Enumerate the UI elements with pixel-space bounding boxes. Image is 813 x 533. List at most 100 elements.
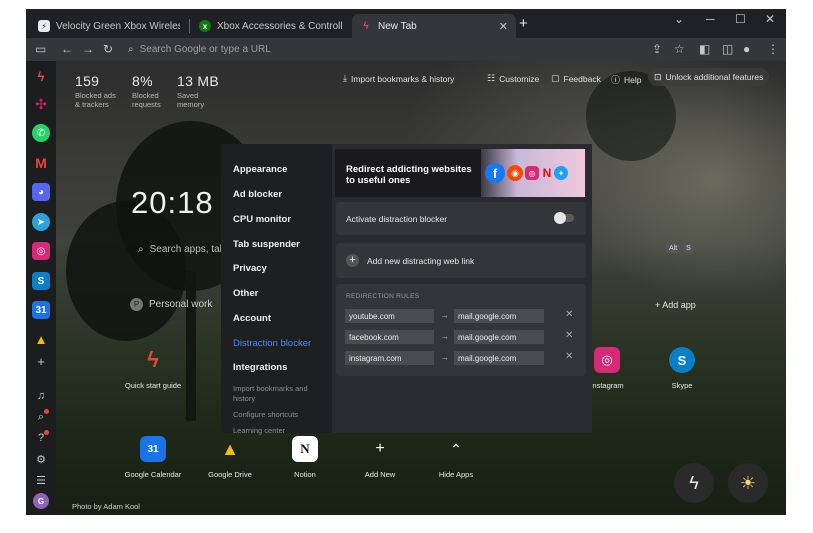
skype-icon[interactable]: S bbox=[32, 272, 50, 290]
help-link[interactable]: ⓘ Help bbox=[611, 73, 642, 86]
lightning-button[interactable]: ϟ bbox=[674, 463, 714, 503]
discord-icon[interactable]: ◕ bbox=[32, 183, 50, 201]
unlock-features-button[interactable]: ⊡ Unlock additional features bbox=[648, 68, 770, 86]
tab-velocity-green[interactable]: ⚡ Velocity Green Xbox Wireless Contro bbox=[30, 14, 188, 38]
tab-new-tab[interactable]: ϟ New Tab ✕ bbox=[352, 14, 516, 38]
close-window-icon[interactable]: ✕ bbox=[765, 12, 775, 26]
app-hide-apps[interactable]: ⌃ Hide Apps bbox=[426, 436, 486, 480]
search-icon: ⌕ bbox=[128, 44, 134, 55]
list-icon[interactable]: ☰ bbox=[34, 473, 48, 487]
app-add-new[interactable]: + Add New bbox=[350, 436, 410, 479]
search-icon[interactable]: ⌕ bbox=[34, 409, 49, 424]
drive-icon[interactable]: ▲ bbox=[32, 330, 50, 348]
rule-from-input[interactable]: instagram.com bbox=[345, 351, 434, 365]
chat-icon: ▢ bbox=[551, 73, 560, 83]
nav-appearance[interactable]: Appearance bbox=[233, 164, 287, 175]
menu-kebab-icon[interactable]: ⋮ bbox=[767, 42, 779, 56]
nav-privacy[interactable]: Privacy bbox=[233, 263, 267, 274]
nav-account[interactable]: Account bbox=[233, 313, 271, 324]
photo-credit: Photo by Adam Kool bbox=[72, 502, 140, 511]
nav-ad-blocker[interactable]: Ad blocker bbox=[233, 189, 282, 200]
feedback-link[interactable]: ▢ Feedback bbox=[551, 73, 601, 84]
nav-integrations[interactable]: Integrations bbox=[233, 362, 287, 373]
telegram-icon[interactable]: ➤ bbox=[32, 213, 50, 231]
lightbulb-icon[interactable]: ☀ bbox=[728, 463, 768, 503]
plus-icon: + bbox=[375, 440, 385, 457]
browser-window: ⚡ Velocity Green Xbox Wireless Contro x … bbox=[26, 9, 786, 515]
tab-strip: ⚡ Velocity Green Xbox Wireless Contro x … bbox=[26, 9, 786, 38]
share-icon[interactable]: ⇪ bbox=[652, 42, 662, 56]
lightning-icon[interactable]: ϟ bbox=[32, 67, 50, 85]
stat-blocked-requests: 8% Blocked requests bbox=[132, 73, 161, 109]
settings-nav: Appearance Ad blocker CPU monitor Tab su… bbox=[221, 144, 332, 436]
app-skype[interactable]: S Skype bbox=[652, 347, 712, 390]
personal-workspace[interactable]: P Personal work bbox=[130, 298, 212, 311]
maximize-icon[interactable]: ☐ bbox=[735, 12, 746, 26]
arrow-right-icon: → bbox=[440, 331, 449, 341]
activate-toggle[interactable] bbox=[554, 212, 574, 224]
rule-from-input[interactable]: facebook.com bbox=[345, 330, 434, 344]
chevron-down-icon[interactable]: ⌄ bbox=[674, 12, 684, 26]
new-tab-button[interactable]: + bbox=[519, 15, 528, 32]
instagram-icon: ◎ bbox=[525, 166, 539, 180]
close-tab-icon[interactable]: ✕ bbox=[499, 20, 508, 33]
arrow-right-icon: → bbox=[440, 352, 449, 362]
nav-import-bookmarks[interactable]: Import bookmarks and history bbox=[233, 384, 313, 404]
slack-icon[interactable]: ✣ bbox=[32, 95, 50, 113]
forward-arrow-icon[interactable]: → bbox=[82, 42, 94, 56]
app-notion[interactable]: N Notion bbox=[275, 436, 335, 479]
sidebar-toggle-icon[interactable]: ▭ bbox=[35, 42, 46, 56]
notification-dot bbox=[44, 430, 49, 435]
back-arrow-icon[interactable]: ← bbox=[61, 42, 73, 56]
profile-icon[interactable]: ● bbox=[743, 42, 750, 56]
rules-title: REDIRECTION RULES bbox=[346, 293, 420, 300]
notification-dot bbox=[44, 409, 49, 414]
add-app-button[interactable]: + Add app bbox=[655, 300, 696, 310]
nav-configure-shortcuts[interactable]: Configure shortcuts bbox=[233, 410, 298, 420]
rule-from-input[interactable]: youtube.com bbox=[345, 309, 434, 323]
calendar-icon[interactable]: 31 bbox=[32, 301, 50, 319]
import-bookmarks-link[interactable]: ⤓ Import bookmarks & history bbox=[343, 73, 454, 84]
calendar-icon: 31 bbox=[140, 436, 166, 462]
netflix-icon: N bbox=[542, 166, 552, 180]
rule-to-input[interactable]: mail.google.com bbox=[454, 351, 544, 365]
omnibox[interactable]: ⌕ Search Google or type a URL bbox=[128, 41, 628, 58]
side-panel-icon[interactable]: ◫ bbox=[722, 42, 733, 56]
avatar[interactable]: G bbox=[33, 493, 49, 509]
gmail-icon[interactable]: M bbox=[32, 154, 50, 172]
settings-panel: Appearance Ad blocker CPU monitor Tab su… bbox=[221, 144, 592, 436]
app-google-drive[interactable]: ▲ Google Drive bbox=[200, 436, 260, 480]
add-app-icon[interactable]: + bbox=[34, 354, 48, 369]
rule-to-input[interactable]: mail.google.com bbox=[454, 309, 544, 323]
app-quick-start[interactable]: ϟ Quick start guide bbox=[123, 347, 183, 390]
instagram-icon[interactable]: ◎ bbox=[32, 242, 50, 260]
tree-trunk bbox=[186, 271, 196, 421]
redirection-rules-card: REDIRECTION RULES youtube.com → mail.goo… bbox=[336, 284, 586, 376]
close-icon[interactable]: ✕ bbox=[565, 351, 573, 362]
customize-link[interactable]: ☷ Customize bbox=[487, 73, 539, 84]
rule-to-input[interactable]: mail.google.com bbox=[454, 330, 544, 344]
minimize-icon[interactable]: ─ bbox=[706, 12, 715, 26]
add-link-card[interactable]: + Add new distracting web link bbox=[336, 243, 586, 278]
app-google-calendar[interactable]: 31 Google Calendar bbox=[123, 436, 183, 479]
nav-learning-center[interactable]: Learning center bbox=[233, 426, 285, 436]
nav-tab-suspender[interactable]: Tab suspender bbox=[233, 239, 300, 250]
nav-distraction-blocker[interactable]: Distraction blocker bbox=[233, 338, 311, 349]
search-icon: ⌕ bbox=[138, 244, 144, 255]
close-icon[interactable]: ✕ bbox=[565, 309, 573, 320]
extension-icon[interactable]: ◧ bbox=[699, 42, 710, 56]
reload-icon[interactable]: ↻ bbox=[103, 42, 113, 56]
close-icon[interactable]: ✕ bbox=[565, 330, 573, 341]
tab-xbox-accessories[interactable]: x Xbox Accessories & Controllers | Xbo bbox=[191, 14, 351, 38]
nav-other[interactable]: Other bbox=[233, 288, 258, 299]
bell-icon[interactable]: ♫ bbox=[34, 389, 48, 403]
tab-separator bbox=[189, 19, 190, 33]
help-icon[interactable]: ? bbox=[34, 430, 49, 445]
gear-icon[interactable]: ⚙ bbox=[34, 452, 48, 466]
activate-label: Activate distraction blocker bbox=[346, 214, 448, 224]
nav-cpu-monitor[interactable]: CPU monitor bbox=[233, 214, 291, 225]
star-icon[interactable]: ☆ bbox=[674, 42, 685, 56]
notion-icon: N bbox=[292, 436, 318, 462]
facebook-icon: f bbox=[485, 163, 505, 183]
whatsapp-icon[interactable]: ✆ bbox=[32, 124, 50, 142]
